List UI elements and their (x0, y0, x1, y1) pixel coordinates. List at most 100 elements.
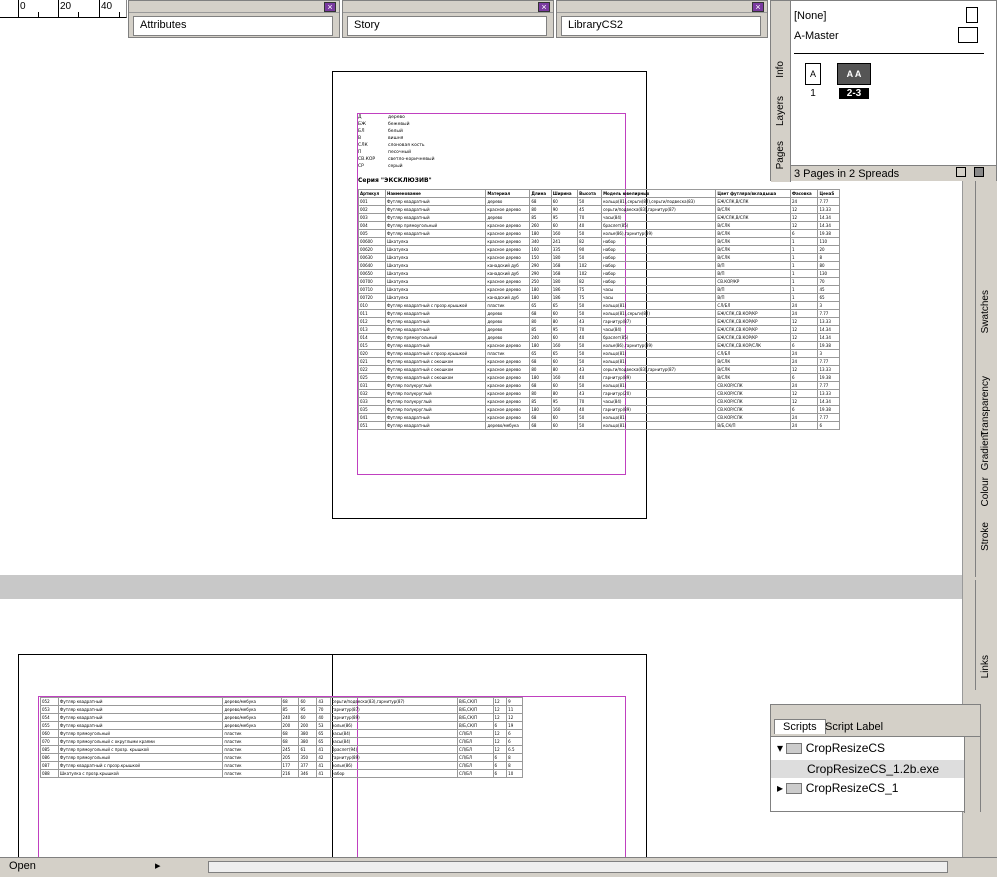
table-row: 00700 Шкатулка красное дерево 250 180 82 набор… (358, 277, 840, 286)
swatches-tab[interactable]: Swatches (980, 290, 991, 333)
table-row: 031 Футляр полукруглый красное дерево 68 60 5… (358, 381, 840, 390)
none-master[interactable]: [None] (794, 10, 826, 22)
library-panel[interactable]: × LibraryCS2 (556, 0, 768, 38)
story-tab[interactable]: Story (347, 16, 547, 36)
legend-row: СР серый (358, 164, 403, 169)
table-row: 00720 Шкатулка канадский дуб 180 186 75 часы В/… (358, 293, 840, 302)
page-1-thumbnail[interactable]: A (805, 63, 821, 85)
spread-2-3-label: 2-3 (839, 88, 869, 99)
legend-row: СЛК слоновая кость (358, 143, 425, 148)
stroke-dock[interactable]: Stroke Colour Gradient Transparency (975, 372, 997, 577)
pages-tab[interactable]: Pages (775, 141, 786, 169)
table-row: 020 Футляр квадратный с прозр.крышкой плас… (358, 349, 840, 358)
links-tab[interactable]: Links (980, 655, 991, 678)
none-page-icon (966, 7, 978, 23)
horizontal-scrollbar[interactable] (208, 861, 948, 873)
close-icon[interactable]: × (752, 2, 764, 12)
colour-tab[interactable]: Colour (980, 477, 991, 506)
table-row: 00620 Шкатулка красное дерево 160 335 90 набор… (358, 245, 840, 254)
info-tab[interactable]: Info (775, 61, 786, 78)
scripts-tab[interactable]: Scripts (774, 719, 826, 734)
table-row: 085 Футляр прямоугольный с прозр. крышкой… (40, 745, 523, 754)
script-label-tab[interactable]: Script Label (821, 720, 887, 734)
pages-status: 3 Pages in 2 Spreads (794, 168, 900, 180)
table-row: 053 Футляр квадратный дерево/мебука 85 95 70 г… (40, 705, 523, 714)
price-table-continued: 052 Футляр квадратный дерево/мебука 68 60 43 с… (40, 697, 523, 778)
spread-2-3-thumbnail[interactable]: A A (837, 63, 871, 85)
a-master[interactable]: A-Master (794, 30, 839, 42)
color-legend: Ддерево БЖ бежевый БЛ белый Ввишня СЛК слоновая… (358, 114, 558, 170)
script-folder-cropresizecs[interactable]: ▾ CropResizeCS (777, 741, 885, 755)
table-row: 055 Футляр квадратный дерево/мебука 200 200 5… (40, 721, 523, 730)
table-row: 041 Футляр квадратный красное дерево 68 60 50… (358, 413, 840, 422)
trash-icon[interactable] (974, 167, 984, 177)
pages-panel[interactable]: Pages Layers Info [None] A-Master A 1 A … (770, 0, 997, 182)
table-row: 014 Футляр прямоугольный дерево 240 60 40 брас… (358, 333, 840, 342)
legend-row: Ппесочный (358, 150, 412, 155)
table-row: 032 Футляр полукруглый красное дерево 80 80 4… (358, 389, 840, 398)
table-row: 00630 Шкатулка красное дерево 150 180 50 набор… (358, 253, 840, 262)
table-row: 00640 Шкатулка канадский дуб 290 168 102 набор… (358, 261, 840, 270)
table-row: 087 Футляр квадратный с прозр.крышкой плас… (40, 761, 523, 770)
table-row: 00710 Шкатулка красное дерево 180 186 75 часы В… (358, 285, 840, 294)
folder-icon (786, 783, 803, 795)
stroke-tab[interactable]: Stroke (980, 522, 991, 551)
transparency-tab[interactable]: Transparency (980, 376, 991, 437)
pasteboard-divider (0, 575, 962, 599)
attributes-tab[interactable]: Attributes (133, 16, 333, 36)
table-row: 004 Футляр прямоугольный красное дерево 260… (358, 221, 840, 230)
legend-row: Ввишня (358, 136, 404, 141)
layers-tab[interactable]: Layers (775, 96, 786, 126)
links-dock[interactable]: Links (975, 580, 997, 690)
table-row: 088 Шкатулка с прозр.крышкой пластик 216 346… (40, 769, 523, 778)
table-row: 033 Футляр полукруглый красное дерево 85 95 7… (358, 397, 840, 406)
page-1-label: 1 (810, 88, 816, 99)
attributes-panel[interactable]: × Attributes (128, 0, 340, 38)
legend-row: Ддерево (358, 115, 405, 120)
scripts-panel[interactable]: Scripts Script Label ▾ CropResizeCS Crop… (770, 704, 981, 813)
script-file-exe[interactable]: CropResizeCS_1.2b.exe (771, 760, 964, 778)
table-row: 005 Футляр квадратный красное дерево 180 160… (358, 229, 840, 238)
table-row: 00650 Шкатулка канадский дуб 290 168 102 набор… (358, 269, 840, 278)
price-table: Артикул Наименование Материал Длина Ширина Вы… (358, 189, 840, 430)
library-tab[interactable]: LibraryCS2 (561, 16, 761, 36)
table-row: 003 Футляр квадратный дерево 85 95 70 часы(84)… (358, 213, 840, 222)
ruler-label-0: 0 (20, 1, 26, 12)
table-row: 022 Футляр квадратный с окошком красное де… (358, 365, 840, 374)
swatches-dock[interactable]: Swatches (975, 180, 997, 372)
open-menu[interactable]: Open (9, 860, 36, 872)
table-row: 00600 Шкатулка красное дерево 340 241 82 набор… (358, 237, 840, 246)
close-icon[interactable]: × (538, 2, 550, 12)
table-row: 025 Футляр квадратный с окошком красное де… (358, 373, 840, 382)
table-row: 070 Футляр прямоугольный с округлыми края… (40, 737, 523, 746)
table-row: 021 Футляр квадратный с окошком красное де… (358, 357, 840, 366)
table-header: Артикул Наименование Материал Длина Ширина Вы… (358, 189, 840, 198)
table-row: 051 Футляр квадратный дерево/мебука 68 60 50 к… (358, 421, 840, 430)
ruler-label-20: 20 (60, 1, 72, 12)
table-row: 054 Футляр квадратный дерево/мебука 240 60 40… (40, 713, 523, 722)
gradient-tab[interactable]: Gradient (980, 432, 991, 470)
table-row: 052 Футляр квадратный дерево/мебука 68 60 43 с… (40, 697, 523, 706)
master-page-icon (958, 27, 978, 43)
table-row: 035 Футляр полукруглый красное дерево 180 16… (358, 405, 840, 414)
close-icon[interactable]: × (324, 2, 336, 12)
folder-icon (786, 743, 803, 755)
table-row: 010 Футляр квадратный с прозр.крышкой плас… (358, 301, 840, 310)
new-page-icon[interactable] (956, 167, 966, 177)
table-row: 011 Футляр квадратный дерево 68 60 50 кольцо(8… (358, 309, 840, 318)
ruler-label-40: 40 (101, 1, 113, 12)
series-title: Серия "ЭКСКЛЮЗИВ" (358, 177, 432, 184)
legend-row: СВ.КОР светло-коричневый (358, 157, 435, 162)
scripts-scrollbar[interactable] (964, 737, 980, 813)
legend-row: БЖ бежевый (358, 122, 410, 127)
table-row: 002 Футляр квадратный красное дерево 80 90 45… (358, 205, 840, 214)
story-panel[interactable]: × Story (342, 0, 554, 38)
open-menu-arrow[interactable]: ▸ (155, 859, 161, 872)
table-row: 013 Футляр квадратный дерево 85 95 70 часы(84)… (358, 325, 840, 334)
table-row: 015 Футляр квадратный красное дерево 180 160… (358, 341, 840, 350)
status-bar: Open ▸ (0, 857, 997, 877)
table-row: 060 Футляр прямоугольный пластик 68 380 65 час… (40, 729, 523, 738)
table-row: 012 Футляр квадратный дерево 80 80 43 гарнитур… (358, 317, 840, 326)
horizontal-ruler: 0 20 40 (0, 0, 127, 18)
script-folder-cropresizecs-1[interactable]: ▸ CropResizeCS_1 (777, 781, 898, 795)
